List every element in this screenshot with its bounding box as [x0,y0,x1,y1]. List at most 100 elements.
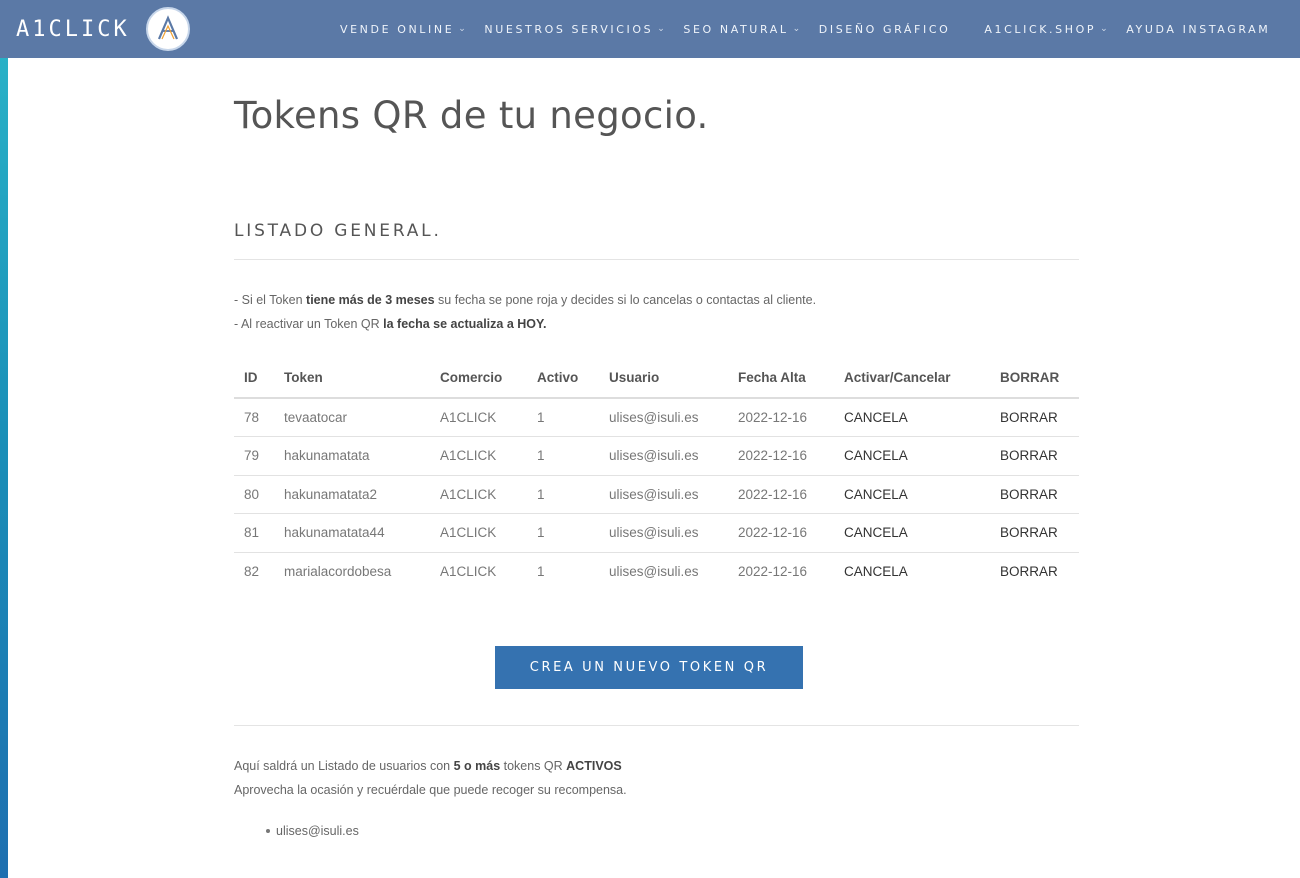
nav-item-label: A1CLICK.SHOP [984,22,1097,36]
chevron-down-icon: ⌄ [458,24,469,34]
user-email: ulises@isuli.es [276,823,359,838]
top-navbar: A1CLICK VENDE ONLINE ⌄ NUESTROS SERVICIOS ⌄… [0,0,1300,58]
cell-activo: 1 [527,398,599,437]
instructions: - Si el Token tiene más de 3 meses su fe… [234,288,1079,336]
cell-token: hakunamatata2 [274,475,430,514]
cell-fecha-alta: 2022-12-16 [728,398,834,437]
cell-usuario: ulises@isuli.es [599,475,728,514]
divider [234,259,1079,260]
nav-item-0[interactable]: VENDE ONLINE ⌄ [340,23,468,36]
col-header-usuario: Usuario [599,358,728,399]
cell-token: marialacordobesa [284,564,392,579]
cell-usuario: ulises@isuli.es [599,398,728,437]
info-text: Aquí saldrá un Listado de usuarios con [234,758,454,773]
cell-activo: 1 [527,513,599,553]
nav-item-label: VENDE ONLINE [340,22,455,36]
section-title: LISTADO GENERAL. [234,221,442,241]
col-header-borrar: BORRAR [990,358,1079,399]
delete-token-link[interactable]: BORRAR [990,475,1079,514]
table-row: 78 tevaatocar A1CLICK 1 ulises@isuli.es 2022-… [234,398,1079,437]
cell-id: 81 [234,513,274,553]
chevron-down-icon: ⌄ [1100,24,1111,34]
cell-comercio: A1CLICK [430,475,527,514]
cell-fecha-alta: 2022-12-16 [728,513,834,553]
active-users-info: Aquí saldrá un Listado de usuarios con 5… [234,754,1079,802]
table-row: 79 hakunamatata A1CLICK 1 ulises@isuli.es 202… [234,436,1079,476]
note-text: - Al reactivar un Token QR [234,317,384,331]
delete-token-link[interactable]: BORRAR [990,513,1079,553]
nav-item-label: DISEÑO GRÁFICO [818,22,951,36]
main-content: Tokens QR de tu negocio. LISTADO GENERAL… [234,58,1079,838]
cancel-token-link[interactable]: CANCELA [834,398,990,437]
delete-token-link[interactable]: BORRAR [990,398,1079,437]
info-emphasis: ACTIVOS [566,758,622,773]
page-title: Tokens QR de tu negocio. [234,94,709,137]
tokens-table: ID Token Comercio Activo Usuario Fecha A… [234,358,1079,591]
nav-item-label: AYUDA INSTAGRAM [1126,22,1271,36]
nav-item-4[interactable]: A1CLICK.SHOP ⌄ [984,23,1110,36]
cell-token: hakunamatata44 [274,513,430,553]
note-emphasis: la fecha se actualiza a HOY. [383,317,547,331]
col-header-activo: Activo [527,358,599,399]
cell-usuario: ulises@isuli.es [599,513,728,553]
chevron-down-icon: ⌄ [792,24,803,34]
cell-id: 80 [234,475,274,514]
cell-activo: 1 [527,475,599,514]
cell-id: 82 [244,564,260,579]
cell-activo: 1 [537,564,545,579]
info-emphasis: 5 o más [453,758,501,773]
cell-usuario: ulises@isuli.es [609,564,699,579]
cell-id: 79 [234,436,274,476]
cancel-token-link[interactable]: CANCELA [834,552,990,591]
main-nav: VENDE ONLINE ⌄ NUESTROS SERVICIOS ⌄ SEO NATU… [340,0,1286,58]
cell-comercio: A1CLICK [430,513,527,553]
chevron-down-icon: ⌄ [657,24,668,34]
col-header-comercio: Comercio [430,358,527,399]
col-header-token: Token [274,358,430,399]
table-row: 82 marialacordobesa A1CLICK 1 ulises@isuli.e… [234,552,1079,591]
table-row: 80 hakunamatata2 A1CLICK 1 ulises@isuli.es 20… [234,475,1079,514]
cell-comercio: A1CLICK [440,564,497,579]
nav-item-label: SEO NATURAL [683,22,789,36]
cancel-token-link[interactable]: CANCELA [834,513,990,553]
info-line-2: Aprovecha la ocasión y recuérdale que pu… [234,782,627,797]
cancel-token-link[interactable]: CANCELA [834,475,990,514]
cell-activo: 1 [527,436,599,476]
cell-comercio: A1CLICK [430,398,527,437]
brand-name: A1CLICK [16,16,130,42]
divider [234,724,1079,726]
table-header-row: ID Token Comercio Activo Usuario Fecha A… [234,358,1079,399]
nav-item-1[interactable]: NUESTROS SERVICIOS ⌄ [484,23,667,36]
create-token-button[interactable]: CREA UN NUEVO TOKEN QR [495,645,803,689]
brand[interactable]: A1CLICK [16,7,190,51]
note-line-1: - Si el Token tiene más de 3 meses su fe… [234,288,1079,312]
cell-token: tevaatocar [274,398,430,437]
delete-token-link[interactable]: BORRAR [990,552,1079,591]
cell-comercio: A1CLICK [430,436,527,476]
col-header-activar-cancelar: Activar/Cancelar [834,358,990,399]
info-text: tokens QR [500,758,567,773]
bullet-icon [266,828,270,833]
cell-token: hakunamatata [274,436,430,476]
info-line-1: Aquí saldrá un Listado de usuarios con 5… [234,754,1079,778]
list-item: ulises@isuli.es [266,824,1079,838]
note-line-2: - Al reactivar un Token QR la fecha se a… [234,312,1079,336]
delete-token-link[interactable]: BORRAR [990,436,1079,476]
col-header-fecha-alta: Fecha Alta [728,358,834,399]
cancel-token-link[interactable]: CANCELA [834,436,990,476]
cell-fecha-alta: 2022-12-16 [738,564,808,579]
cell-id: 78 [234,398,274,437]
note-text: su fecha se pone roja y decides si lo ca… [434,293,817,307]
brand-logo-icon [145,7,190,51]
nav-item-3[interactable]: DISEÑO GRÁFICO [819,23,951,36]
note-text: - Si el Token [234,293,307,307]
note-emphasis: tiene más de 3 meses [306,293,435,307]
active-users-list: ulises@isuli.es [266,824,1079,838]
nav-item-5[interactable]: AYUDA INSTAGRAM [1126,23,1270,36]
cell-usuario: ulises@isuli.es [599,436,728,476]
nav-item-label: NUESTROS SERVICIOS [484,22,654,36]
nav-item-2[interactable]: SEO NATURAL ⌄ [683,23,802,36]
cell-fecha-alta: 2022-12-16 [728,436,834,476]
col-header-id: ID [234,358,274,399]
table-row: 81 hakunamatata44 A1CLICK 1 ulises@isuli.es 2… [234,513,1079,553]
